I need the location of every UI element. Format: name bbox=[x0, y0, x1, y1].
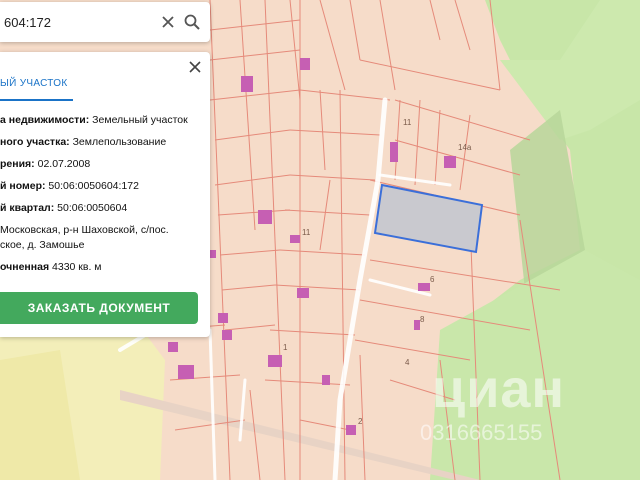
plot-number-label: 11 bbox=[403, 118, 412, 127]
info-key: ного участка: bbox=[0, 136, 70, 148]
info-key: очненная bbox=[0, 261, 50, 273]
building bbox=[241, 76, 253, 92]
info-value: ское, д. Замошье bbox=[0, 239, 85, 251]
watermark-phone: 0316665155 bbox=[420, 420, 543, 445]
info-row-plot-type: ного участка: Землепользование bbox=[0, 136, 166, 148]
info-key: й квартал: bbox=[0, 202, 55, 214]
building bbox=[418, 283, 430, 291]
info-value: 4330 кв. м bbox=[49, 261, 102, 273]
clear-icon[interactable] bbox=[156, 10, 180, 34]
building bbox=[178, 365, 194, 379]
cian-logo-icon: циан bbox=[432, 359, 565, 419]
info-value: Земельный участок bbox=[89, 114, 188, 126]
info-row-address-1: Московская, р-н Шаховской, с/пос. bbox=[0, 224, 169, 236]
plot-number-label: 2 bbox=[358, 417, 363, 426]
parcel-info-card: ЫЙ УЧАСТОК а недвижимости: Земельный уча… bbox=[0, 52, 210, 337]
search-input[interactable]: 604:172 bbox=[0, 15, 156, 30]
info-value: 50:06:0050604:172 bbox=[45, 180, 139, 192]
info-row-cadastral-number: й номер: 50:06:0050604:172 bbox=[0, 180, 139, 192]
info-key: рения: bbox=[0, 158, 35, 170]
info-row-area: очненная 4330 кв. м bbox=[0, 261, 102, 273]
info-key: а недвижимости: bbox=[0, 114, 90, 126]
info-value: Землепользование bbox=[69, 136, 167, 148]
building bbox=[322, 375, 330, 385]
building bbox=[222, 330, 232, 340]
building bbox=[218, 313, 228, 323]
info-value: 50:06:0050604 bbox=[54, 202, 128, 214]
cian-watermark: циан bbox=[432, 358, 565, 420]
info-key: й номер: bbox=[0, 180, 46, 192]
close-icon[interactable] bbox=[186, 58, 204, 76]
building bbox=[258, 210, 272, 224]
info-row-date: рения: 02.07.2008 bbox=[0, 158, 90, 170]
building bbox=[390, 142, 398, 162]
search-box[interactable]: 604:172 bbox=[0, 2, 210, 42]
plot-number-label: 14а bbox=[458, 143, 472, 152]
plot-number-label: 4 bbox=[405, 358, 410, 367]
info-row-property-type: а недвижимости: Земельный участок bbox=[0, 114, 188, 126]
plot-number-label: 11 bbox=[302, 228, 311, 237]
tab-underline bbox=[0, 99, 73, 101]
building bbox=[290, 235, 300, 243]
building bbox=[268, 355, 282, 367]
info-row-cadastral-quarter: й квартал: 50:06:0050604 bbox=[0, 202, 127, 214]
building bbox=[168, 342, 178, 352]
plot-number-label: 1 bbox=[283, 343, 288, 352]
watermark-brand: циан bbox=[432, 359, 566, 419]
tab-land-plot[interactable]: ЫЙ УЧАСТОК bbox=[0, 78, 67, 89]
order-document-button[interactable]: ЗАКАЗАТЬ ДОКУМЕНТ bbox=[0, 292, 198, 324]
info-value: 02.07.2008 bbox=[34, 158, 91, 170]
info-value: Московская, р-н Шаховской, с/пос. bbox=[0, 224, 169, 236]
info-row-address-2: ское, д. Замошье bbox=[0, 239, 84, 251]
building bbox=[444, 156, 456, 168]
building bbox=[300, 58, 310, 70]
building bbox=[297, 288, 309, 298]
plot-number-label: 6 bbox=[430, 275, 435, 284]
search-icon[interactable] bbox=[180, 10, 204, 34]
plot-number-label: 8 bbox=[420, 315, 425, 324]
building bbox=[346, 425, 356, 435]
